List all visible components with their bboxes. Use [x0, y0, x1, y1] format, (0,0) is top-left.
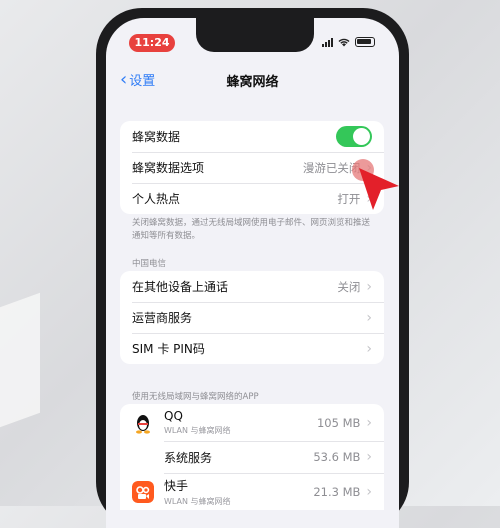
phone-frame: 11:24 ‹设置 蜂窝网络 蜂窝数据 蜂窝数据选项 漫游已关闭 › 个人热点 … — [96, 8, 409, 528]
pointer-arrow-icon — [359, 168, 399, 210]
app-usage: 53.6 MB — [313, 450, 361, 464]
app-usage: 105 MB — [316, 415, 361, 430]
status-time: 11:24 — [129, 34, 175, 52]
app-row-qq[interactable]: QQ WLAN 与蜂窝网络 105 MB › — [120, 404, 384, 441]
wifi-icon — [338, 38, 350, 46]
cellular-data-toggle[interactable] — [336, 126, 372, 147]
app-name: 系统服务 — [164, 450, 213, 465]
cellular-group: 蜂窝数据 蜂窝数据选项 漫游已关闭 › 个人热点 打开 › — [120, 121, 384, 214]
qq-penguin-icon — [136, 415, 150, 434]
other-devices-value: 关闭 — [337, 279, 361, 294]
status-icons — [322, 37, 375, 47]
cellular-data-label: 蜂窝数据 — [132, 130, 181, 144]
hotspot-label: 个人热点 — [132, 192, 181, 206]
notch — [196, 18, 314, 52]
carrier-section-header: 中国电信 — [132, 259, 167, 269]
cellular-note: 关闭蜂窝数据，通过无线局域网使用电子邮件、网页浏览和推送通知等所有数据。 — [132, 218, 371, 241]
row-sim-pin[interactable]: SIM 卡 PIN码 › — [120, 333, 384, 364]
signal-icon — [322, 37, 333, 47]
apps-group: QQ WLAN 与蜂窝网络 105 MB › 系统服务 53.6 MB › 快手… — [120, 404, 384, 510]
other-devices-label: 在其他设备上通话 — [132, 280, 229, 294]
app-row-system-services[interactable]: 系统服务 53.6 MB › — [120, 441, 384, 473]
row-carrier-services[interactable]: 运营商服务 › — [120, 302, 384, 333]
page-title: 蜂窝网络 — [226, 75, 279, 90]
app-name: QQ — [164, 409, 183, 423]
apps-section-header: 使用无线局域网与蜂窝网络的APP — [132, 392, 259, 402]
navigation-bar: ‹ 设置 蜂窝网络 — [106, 70, 399, 98]
carrier-group: 在其他设备上通话 关闭 › 运营商服务 › SIM 卡 PIN码 › — [120, 271, 384, 364]
chevron-right-icon: › — [366, 340, 372, 357]
kuaishou-icon — [132, 481, 154, 503]
carrier-services-label: 运营商服务 — [132, 311, 193, 325]
chevron-right-icon: › — [366, 309, 372, 326]
sim-pin-label: SIM 卡 PIN码 — [132, 342, 205, 356]
app-row-kuaishou[interactable]: 快手 WLAN 与蜂窝网络 21.3 MB › — [120, 473, 384, 510]
chevron-right-icon: › — [366, 449, 372, 465]
row-cellular-data: 蜂窝数据 — [120, 121, 384, 152]
app-name: 快手 — [164, 478, 189, 493]
background-paper — [0, 292, 40, 428]
row-personal-hotspot[interactable]: 个人热点 打开 › — [120, 183, 384, 214]
row-cellular-options[interactable]: 蜂窝数据选项 漫游已关闭 › — [120, 152, 384, 183]
app-usage: 21.3 MB — [313, 484, 361, 499]
phone-screen: 11:24 ‹设置 蜂窝网络 蜂窝数据 蜂窝数据选项 漫游已关闭 › 个人热点 … — [106, 18, 399, 528]
app-subtitle: WLAN 与蜂窝网络 — [164, 496, 231, 506]
chevron-right-icon: › — [366, 278, 372, 295]
app-subtitle: WLAN 与蜂窝网络 — [164, 426, 231, 435]
row-other-devices[interactable]: 在其他设备上通话 关闭 › — [120, 271, 384, 302]
chevron-right-icon: › — [366, 414, 372, 431]
cellular-options-label: 蜂窝数据选项 — [132, 161, 205, 175]
battery-icon — [355, 37, 375, 47]
chevron-right-icon: › — [366, 483, 372, 500]
